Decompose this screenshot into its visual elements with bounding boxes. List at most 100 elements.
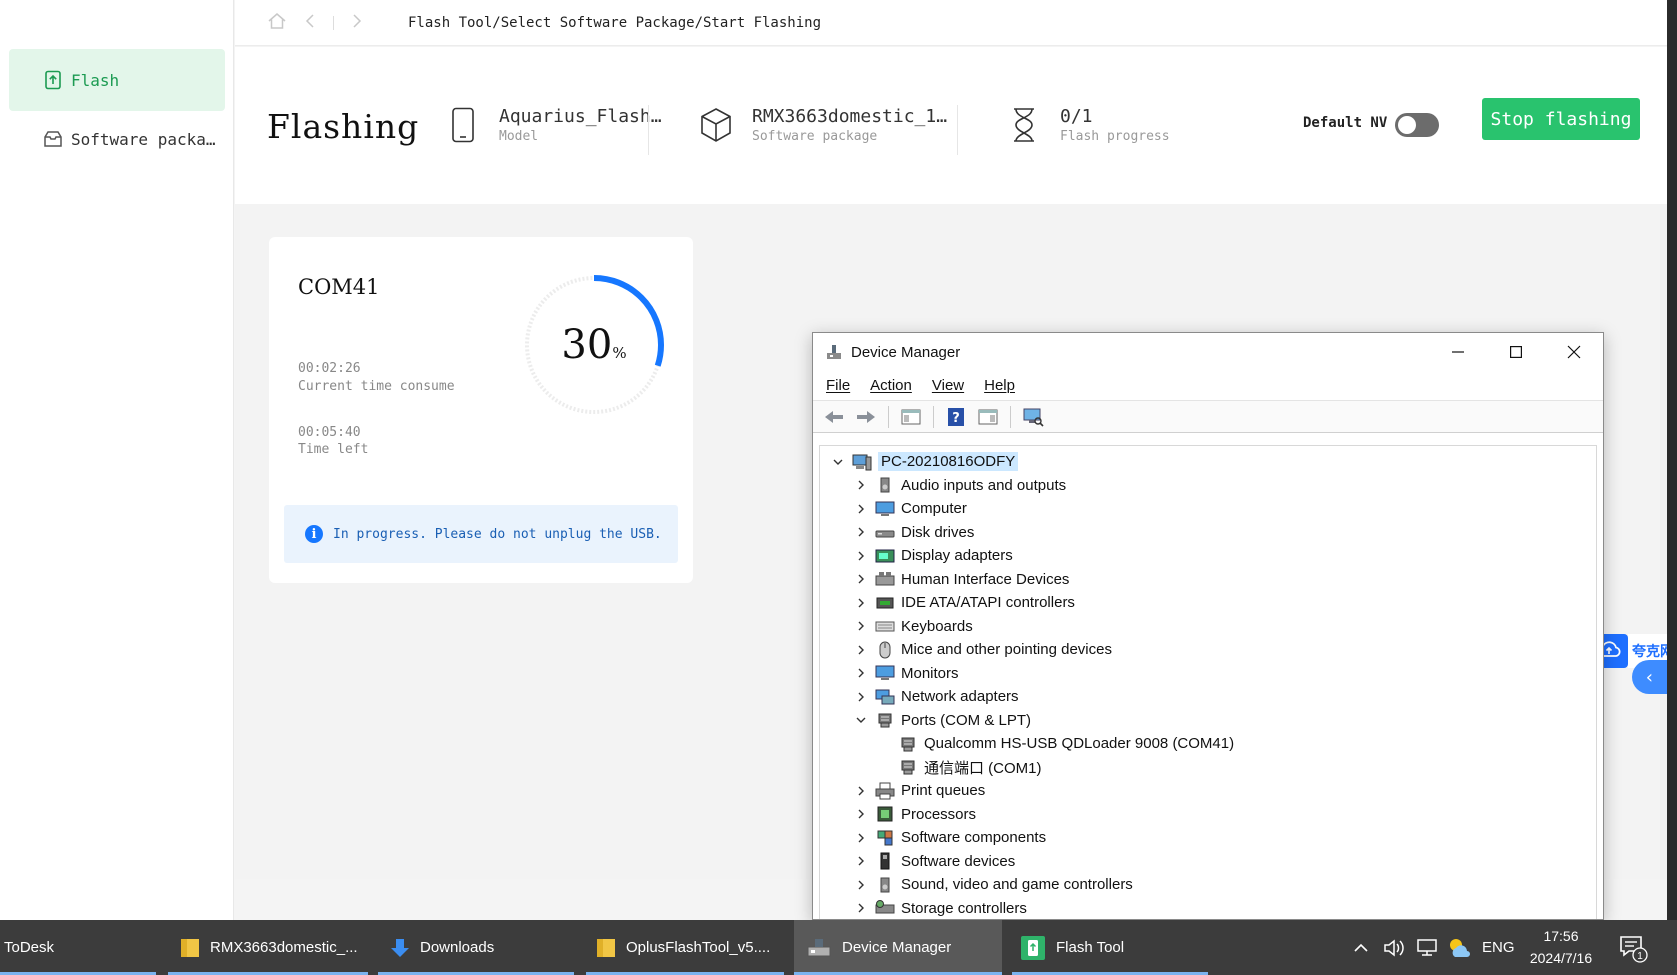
menu-help[interactable]: Help: [984, 377, 1015, 394]
close-button[interactable]: [1545, 333, 1603, 371]
stop-flashing-button[interactable]: Stop flashing: [1482, 98, 1640, 140]
chevron-right-icon[interactable]: [853, 689, 869, 705]
properties-icon[interactable]: [975, 405, 1001, 429]
input-language[interactable]: ENG: [1482, 920, 1515, 975]
tree-category[interactable]: Audio inputs and outputs: [820, 474, 1596, 498]
tree-category[interactable]: IDE ATA/ATAPI controllers: [820, 591, 1596, 615]
default-nv-toggle[interactable]: [1395, 113, 1439, 137]
tree-category[interactable]: Software devices: [820, 850, 1596, 874]
chevron-right-icon[interactable]: [853, 477, 869, 493]
sidebar-item-software-package[interactable]: Software packag…: [9, 108, 225, 170]
tree-category[interactable]: Software components: [820, 826, 1596, 850]
tree-category[interactable]: Sound, video and game controllers: [820, 873, 1596, 897]
info-icon: i: [305, 525, 323, 543]
tree-item-label: Ports (COM & LPT): [901, 711, 1032, 729]
tree-category[interactable]: Monitors: [820, 662, 1596, 686]
chevron-right-icon[interactable]: [853, 642, 869, 658]
chevron-down-icon[interactable]: [830, 454, 846, 470]
chevron-right-icon[interactable]: [853, 877, 869, 893]
chevron-right-icon[interactable]: [853, 830, 869, 846]
chevron-right-icon[interactable]: [853, 548, 869, 564]
tree-category[interactable]: Ports (COM & LPT): [820, 709, 1596, 733]
storage-controller-icon: [875, 899, 895, 917]
monitor-icon: [875, 500, 895, 518]
chevron-right-icon[interactable]: [853, 595, 869, 611]
tree-item-label: Computer: [901, 500, 967, 518]
divider: [333, 15, 334, 30]
package-box-icon: [698, 105, 734, 145]
menu-view[interactable]: View: [932, 377, 964, 394]
divider: [648, 105, 649, 155]
tree-item-label: Software devices: [901, 852, 1016, 870]
port-icon: [875, 711, 895, 729]
tree-item-label: Print queues: [901, 782, 986, 800]
chevron-right-icon[interactable]: [853, 571, 869, 587]
network-icon[interactable]: [1415, 920, 1439, 975]
home-icon[interactable]: [267, 12, 287, 34]
tree-device[interactable]: Qualcomm HS-USB QDLoader 9008 (COM41): [820, 732, 1596, 756]
chevron-right-icon[interactable]: [853, 665, 869, 681]
maximize-button[interactable]: [1487, 333, 1545, 371]
taskbar-item-label: ToDesk: [4, 939, 55, 956]
chevron-right-icon[interactable]: [853, 618, 869, 634]
tree-item-label: IDE ATA/ATAPI controllers: [901, 594, 1075, 612]
toggle-knob: [1398, 116, 1416, 134]
tree-category[interactable]: Disk drives: [820, 521, 1596, 545]
download-arrow-icon: [390, 937, 410, 959]
forward-arrow-icon[interactable]: [853, 405, 879, 429]
tree-category[interactable]: Display adapters: [820, 544, 1596, 568]
speaker-icon: [875, 876, 895, 894]
chevron-right-icon[interactable]: [853, 783, 869, 799]
sidebar-item-flash[interactable]: Flash: [9, 49, 225, 111]
clock[interactable]: 17:56 2024/7/16: [1518, 925, 1604, 969]
device-tree: PC-20210816ODFY Audio inputs and outputs…: [819, 445, 1597, 919]
taskbar: ToDesk RMX3663domestic_... Downloads Opl…: [0, 920, 1677, 975]
back-icon[interactable]: [305, 13, 315, 33]
tree-category[interactable]: Print queues: [820, 779, 1596, 803]
model-caption: Model: [499, 129, 539, 144]
chevron-right-icon[interactable]: [853, 501, 869, 517]
notification-center-icon[interactable]: 1: [1618, 920, 1648, 975]
window-edge: [1667, 0, 1677, 920]
weather-icon[interactable]: [1447, 920, 1471, 975]
tree-category[interactable]: Processors: [820, 803, 1596, 827]
back-arrow-icon[interactable]: [821, 405, 847, 429]
taskbar-item-downloads[interactable]: Downloads: [378, 920, 574, 975]
volume-icon[interactable]: [1383, 920, 1407, 975]
chevron-down-icon[interactable]: [853, 712, 869, 728]
tree-category[interactable]: Keyboards: [820, 615, 1596, 639]
tray-chevron-up-icon[interactable]: [1353, 920, 1369, 975]
computer-icon: [852, 453, 872, 471]
tree-category[interactable]: Network adapters: [820, 685, 1596, 709]
chevron-right-icon[interactable]: [853, 853, 869, 869]
tree-category[interactable]: Human Interface Devices: [820, 568, 1596, 592]
sidebar-item-label: Flash: [71, 70, 120, 90]
help-icon[interactable]: ?: [943, 405, 969, 429]
tree-root[interactable]: PC-20210816ODFY: [820, 450, 1596, 474]
tree-category[interactable]: Storage controllers: [820, 897, 1596, 920]
forward-icon[interactable]: [352, 13, 362, 33]
taskbar-item-oplus-folder[interactable]: OplusFlashTool_v5....: [586, 920, 784, 975]
taskbar-item-flash-tool[interactable]: Flash Tool: [1012, 920, 1208, 975]
taskbar-item-todesk[interactable]: ToDesk: [0, 920, 156, 975]
tree-item-label: Keyboards: [901, 617, 973, 635]
taskbar-item-device-manager[interactable]: Device Manager: [794, 920, 1002, 975]
menu-action[interactable]: Action: [870, 377, 912, 394]
tree-category[interactable]: Computer: [820, 497, 1596, 521]
port-icon: [898, 735, 918, 753]
tree-device[interactable]: 通信端口 (COM1): [820, 756, 1596, 780]
package-value: RMX3663domestic_11_…: [752, 106, 957, 127]
speaker-icon: [875, 476, 895, 494]
chevron-right-icon[interactable]: [853, 806, 869, 822]
collapse-widget-button[interactable]: ‹: [1632, 660, 1667, 694]
taskbar-item-rmx-folder[interactable]: RMX3663domestic_...: [168, 920, 368, 975]
chevron-right-icon[interactable]: [853, 900, 869, 916]
hourglass-icon: [1006, 105, 1042, 145]
chevron-right-icon[interactable]: [853, 524, 869, 540]
menu-file[interactable]: File: [826, 377, 850, 394]
minimize-button[interactable]: [1429, 333, 1487, 371]
software-device-icon: [875, 852, 895, 870]
show-hide-console-icon[interactable]: [898, 405, 924, 429]
scan-hardware-icon[interactable]: [1020, 405, 1046, 429]
tree-category[interactable]: Mice and other pointing devices: [820, 638, 1596, 662]
